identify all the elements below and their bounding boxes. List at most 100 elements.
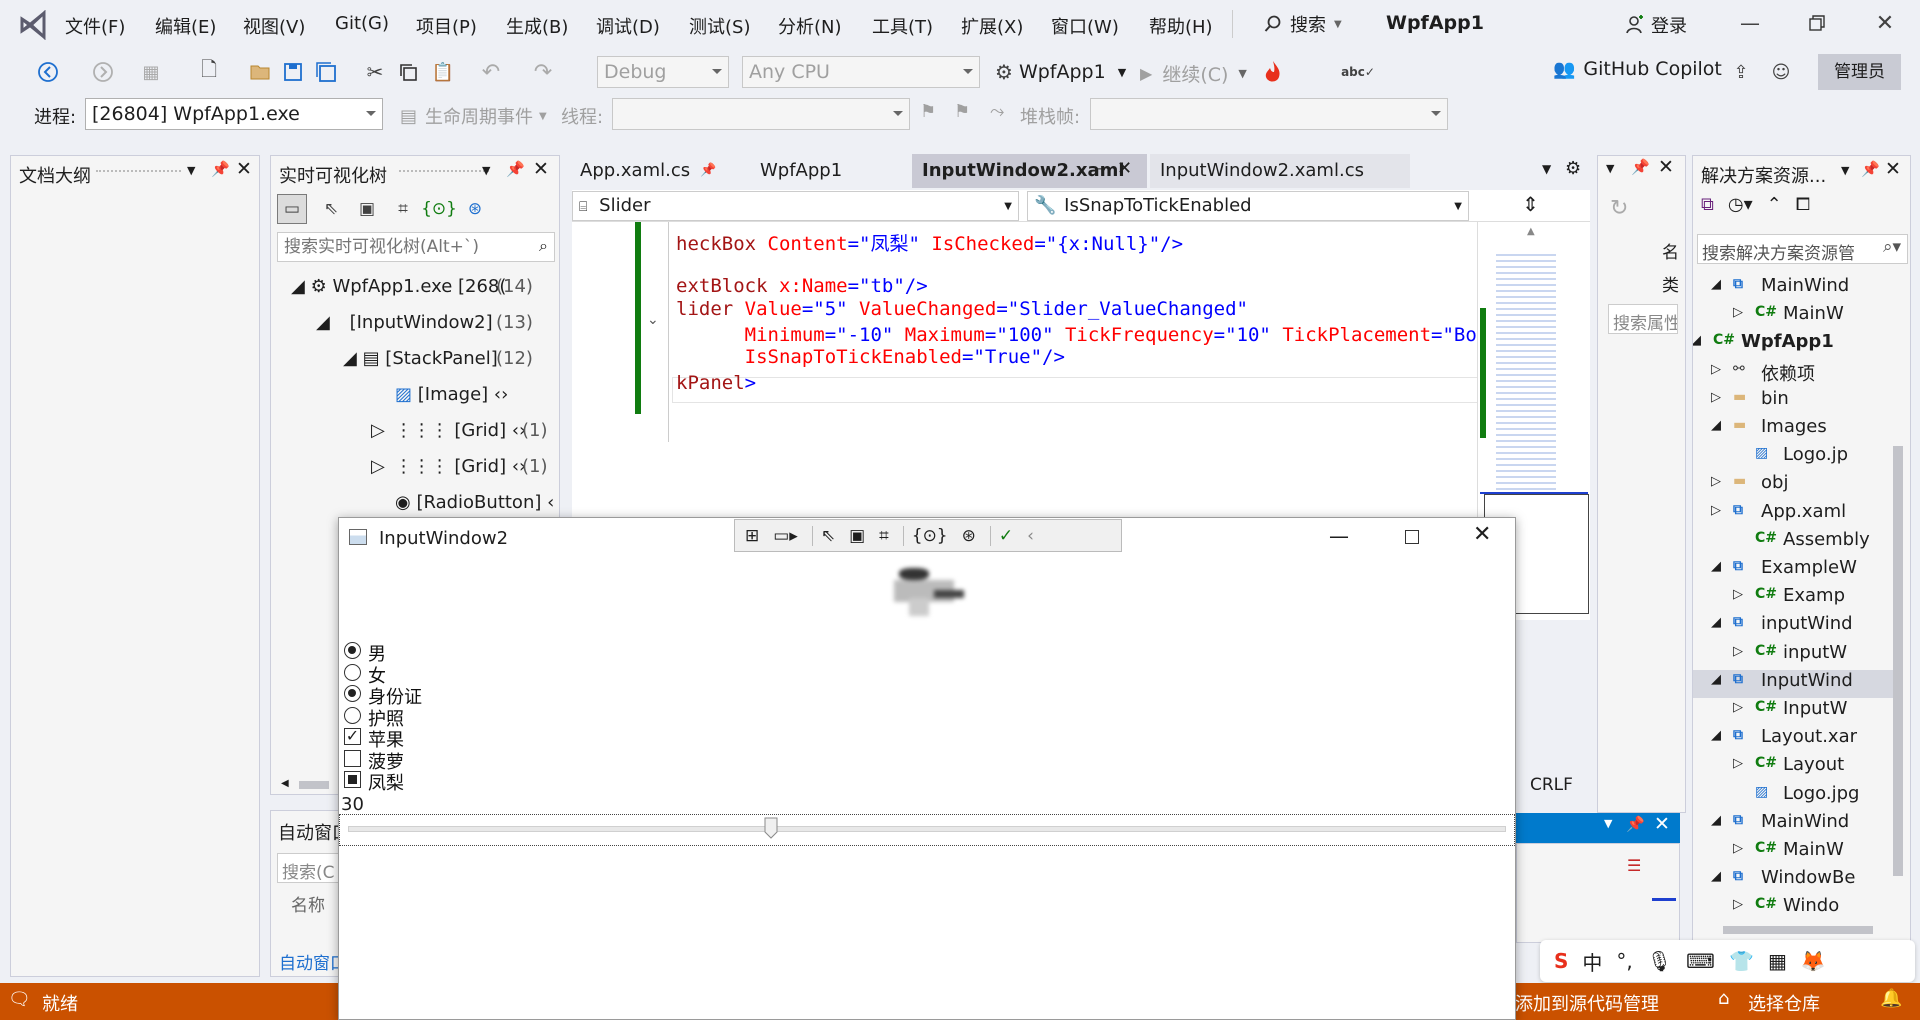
feedback-icon[interactable]: ☺ bbox=[1768, 58, 1794, 86]
stackframe-select[interactable] bbox=[1090, 98, 1448, 130]
close-icon[interactable]: ✕ bbox=[1654, 813, 1670, 835]
track-focus-icon[interactable]: ⌗ bbox=[391, 194, 415, 224]
properties-search[interactable]: 搜索属性 bbox=[1608, 304, 1678, 334]
drag-grip[interactable] bbox=[96, 170, 181, 172]
flag-icon[interactable]: ⚑ bbox=[920, 101, 936, 122]
thread-select[interactable] bbox=[612, 98, 910, 130]
solution-tree-item[interactable]: ◢ ⧉ MainWind bbox=[1693, 275, 1893, 303]
solution-tree-item[interactable]: ▷ ⧉ App.xaml bbox=[1693, 501, 1893, 529]
tab-app-xaml-cs[interactable]: App.xaml.cs 📌 bbox=[570, 154, 747, 188]
radio-button[interactable] bbox=[344, 685, 361, 702]
accessibility-icon[interactable]: ⊛ bbox=[962, 526, 976, 546]
tab-list-icon[interactable]: ▼ bbox=[1542, 162, 1551, 176]
cut-icon[interactable]: ✂ bbox=[362, 59, 388, 85]
toolbox-icon[interactable]: ▦ bbox=[1768, 949, 1787, 973]
spell-check-icon[interactable]: abc✓ bbox=[1341, 58, 1375, 86]
restore-icon[interactable] bbox=[1802, 8, 1832, 38]
close-icon[interactable]: ✕ bbox=[1117, 158, 1132, 179]
option-label[interactable]: 凤梨 bbox=[368, 769, 404, 795]
check-icon[interactable]: ✓ bbox=[989, 525, 1013, 546]
pin-icon[interactable]: 📌 bbox=[1861, 160, 1880, 178]
redo-icon[interactable]: ↷ bbox=[530, 59, 556, 85]
copy-icon[interactable] bbox=[395, 59, 421, 85]
collapse-all-icon[interactable]: ⌃ bbox=[1767, 194, 1782, 215]
solution-tree-item[interactable]: ◢ ⧉ MainWind bbox=[1693, 811, 1893, 839]
chevron-down-icon[interactable]: ▼ bbox=[187, 164, 195, 177]
solution-tree-item[interactable]: ▷ ▬ bin bbox=[1693, 388, 1893, 416]
share-icon[interactable]: ⇪ bbox=[1728, 58, 1754, 86]
bell-icon[interactable]: 🔔 bbox=[1880, 988, 1902, 1009]
go-to-live-tree-icon[interactable]: ⊞ bbox=[745, 526, 759, 546]
new-item-icon[interactable]: 🗋 bbox=[196, 57, 222, 85]
pin-icon[interactable]: 📌 bbox=[1626, 815, 1645, 833]
collapsed-icon[interactable]: ▷ bbox=[1733, 897, 1743, 912]
solution-tree-item[interactable]: ◢ ⧉ InputWind bbox=[1693, 669, 1893, 698]
expanded-icon[interactable]: ◢ bbox=[1711, 615, 1721, 630]
solution-tree-item[interactable]: ◢ ⧉ Layout.xar bbox=[1693, 726, 1893, 754]
menu-build[interactable]: 生成(B) bbox=[506, 13, 568, 39]
sogou-logo-icon[interactable]: S bbox=[1554, 949, 1568, 973]
horizontal-scrollbar[interactable] bbox=[1723, 926, 1873, 934]
solution-tree-item[interactable]: ▷ C# Examp bbox=[1693, 585, 1893, 613]
show-threads-icon[interactable]: ⤳ bbox=[990, 101, 1004, 122]
expanded-icon[interactable]: ◢ bbox=[1711, 277, 1721, 292]
tab-inputwindow2-xaml[interactable]: InputWindow2.xaml ⊸ ✕ bbox=[912, 154, 1147, 188]
show-in-app-icon[interactable]: ▭ bbox=[277, 194, 307, 224]
menu-window[interactable]: 窗口(W) bbox=[1051, 13, 1119, 39]
solution-tree-item[interactable]: ▨ Logo.jp bbox=[1693, 444, 1893, 472]
radio-button[interactable] bbox=[344, 642, 361, 659]
menu-test[interactable]: 测试(S) bbox=[689, 13, 750, 39]
tree-node[interactable]: ▷ ⋮⋮⋮ [Grid] ‹› (1) bbox=[371, 456, 548, 477]
close-icon[interactable]: ✕ bbox=[1473, 522, 1491, 547]
chevron-down-icon[interactable]: ▼ bbox=[482, 164, 490, 177]
video-icon[interactable]: ▭▸ bbox=[773, 526, 798, 546]
tab-inputwindow2-xaml-cs[interactable]: InputWindow2.xaml.cs bbox=[1150, 154, 1410, 188]
line-ending-indicator[interactable]: CRLF bbox=[1530, 775, 1586, 795]
visual-studio-logo-icon[interactable] bbox=[18, 10, 48, 40]
solution-tree-item[interactable]: ▷ C# MainW bbox=[1693, 839, 1893, 867]
tab-autos[interactable]: 自动窗口 bbox=[279, 949, 347, 974]
collapsed-icon[interactable]: ▷ bbox=[1733, 587, 1743, 602]
vertical-scrollbar[interactable] bbox=[1893, 446, 1903, 876]
tree-node[interactable]: ▨ [Image] ‹› bbox=[395, 384, 508, 405]
expanded-icon[interactable]: ◢ bbox=[1693, 333, 1701, 348]
member-select[interactable]: 🔧 IsSnapToTickEnabled ▼ bbox=[1027, 191, 1469, 221]
tree-node[interactable]: ▷ ⋮⋮⋮ [Grid] ‹› (1) bbox=[371, 420, 548, 441]
expanded-icon[interactable]: ◢ bbox=[1711, 672, 1721, 687]
minimize-icon[interactable]: — bbox=[1735, 8, 1765, 38]
collapsed-icon[interactable]: ▷ bbox=[1711, 503, 1721, 518]
solution-search[interactable]: 搜索解决方案资源管 ⌕▾ bbox=[1697, 234, 1908, 264]
solution-tree-item[interactable]: ▨ Logo.jpg bbox=[1693, 783, 1893, 811]
menu-help[interactable]: 帮助(H) bbox=[1149, 13, 1213, 39]
gear-icon[interactable]: ⚙ bbox=[1565, 158, 1581, 179]
binding-failures-icon[interactable]: {⊙} bbox=[902, 525, 948, 546]
pin-icon[interactable]: 📌 bbox=[700, 163, 716, 178]
value-slider[interactable] bbox=[339, 814, 1515, 846]
slider-thumb[interactable] bbox=[764, 817, 778, 839]
select-element-icon[interactable]: ⇖ bbox=[811, 525, 835, 546]
collapsed-icon[interactable]: ▷ bbox=[1733, 700, 1743, 715]
pin-icon[interactable]: ⊸ bbox=[1095, 162, 1106, 177]
scroll-up-icon[interactable]: ▲ bbox=[1527, 226, 1535, 237]
binding-failures-icon[interactable]: {⊙} bbox=[421, 194, 457, 224]
forward-icon[interactable] bbox=[90, 59, 116, 85]
menu-debug[interactable]: 调试(D) bbox=[596, 13, 660, 39]
tree-node[interactable]: ◢ ▤ [StackPanel] (12) bbox=[343, 348, 533, 369]
expanded-icon[interactable]: ◢ bbox=[1711, 559, 1721, 574]
pin-icon[interactable]: 📌 bbox=[211, 160, 230, 178]
close-icon[interactable]: ✕ bbox=[533, 158, 549, 180]
chevron-down-icon[interactable]: ▼ bbox=[1604, 817, 1612, 830]
microphone-icon[interactable]: 🎙 bbox=[1647, 949, 1672, 973]
solution-tree-item[interactable]: ◢ ⧉ ExampleW bbox=[1693, 557, 1893, 585]
expanded-icon[interactable]: ◢ bbox=[1711, 869, 1721, 884]
tab-wpfapp1[interactable]: WpfApp1 bbox=[750, 154, 910, 188]
startup-project-button[interactable]: ⚙ WpfApp1 ▼ bbox=[995, 60, 1126, 84]
collapsed-icon[interactable]: ▷ bbox=[1711, 362, 1721, 377]
solution-tree-item[interactable]: ▷ C# Layout bbox=[1693, 754, 1893, 782]
menu-extensions[interactable]: 扩展(X) bbox=[961, 13, 1023, 39]
menu-view[interactable]: 视图(V) bbox=[243, 13, 305, 39]
visual-tree-search[interactable]: ⌕ bbox=[277, 232, 555, 262]
flag-threads-icon[interactable]: ⚑ bbox=[954, 101, 970, 122]
refresh-icon[interactable]: ↻ bbox=[1610, 196, 1628, 221]
checkbox[interactable] bbox=[344, 771, 361, 788]
